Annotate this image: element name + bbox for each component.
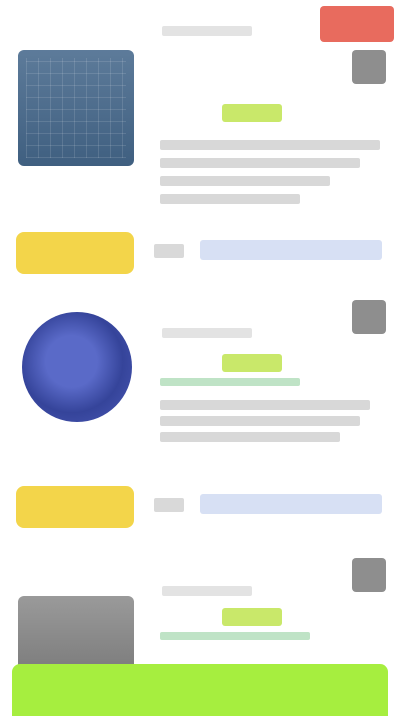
description-line (160, 194, 300, 204)
description-line (160, 432, 340, 442)
product-tag (222, 608, 282, 626)
product-tag (222, 104, 282, 122)
product-title[interactable] (162, 570, 242, 584)
qr-code-icon[interactable] (352, 50, 386, 84)
solar-panel-icon[interactable] (18, 50, 134, 166)
shipping-info (160, 378, 300, 386)
product-subtitle-line (162, 26, 252, 36)
details-link[interactable] (200, 240, 382, 260)
product-subtitle-line (162, 586, 252, 596)
product-title[interactable] (162, 8, 242, 22)
bottom-action-bar[interactable] (12, 664, 388, 716)
product-card[interactable] (0, 0, 400, 290)
info-link[interactable] (154, 498, 184, 512)
buy-button[interactable] (16, 486, 134, 528)
product-title[interactable] (162, 312, 242, 326)
description-line (160, 416, 360, 426)
qr-code-icon[interactable] (352, 558, 386, 592)
product-card[interactable] (0, 292, 400, 554)
info-link[interactable] (154, 244, 184, 258)
description-line (160, 140, 380, 150)
action-row (0, 222, 400, 282)
shipping-info (160, 632, 310, 640)
fan-icon[interactable] (22, 312, 132, 422)
product-tag (222, 354, 282, 372)
description-line (160, 158, 360, 168)
qr-code-icon[interactable] (352, 300, 386, 334)
description-line (160, 176, 330, 186)
buy-button[interactable] (16, 232, 134, 274)
description-line (160, 400, 370, 410)
sale-badge (320, 6, 394, 42)
action-row (0, 476, 400, 536)
details-link[interactable] (200, 494, 382, 514)
product-subtitle-line (162, 328, 252, 338)
panel-grid (26, 58, 126, 158)
